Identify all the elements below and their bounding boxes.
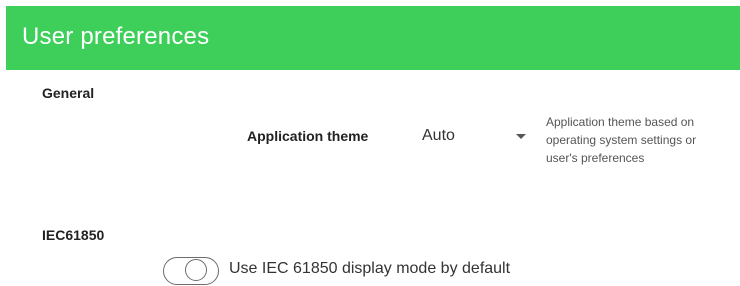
- page-title: User preferences: [22, 23, 210, 50]
- application-theme-label: Application theme: [247, 128, 369, 144]
- toggle-knob: [185, 259, 207, 281]
- application-theme-select[interactable]: Auto: [412, 120, 528, 152]
- page-header: User preferences: [6, 6, 740, 70]
- application-theme-value: Auto: [422, 127, 455, 144]
- application-theme-help-text: Application theme based on operating sys…: [546, 115, 697, 165]
- section-title-iec61850: IEC61850: [42, 227, 105, 243]
- iec61850-display-mode-label: Use IEC 61850 display mode by default: [229, 260, 511, 277]
- caret-down-icon: [516, 134, 526, 139]
- section-title-general: General: [42, 85, 95, 101]
- iec61850-display-mode-toggle[interactable]: [163, 257, 219, 285]
